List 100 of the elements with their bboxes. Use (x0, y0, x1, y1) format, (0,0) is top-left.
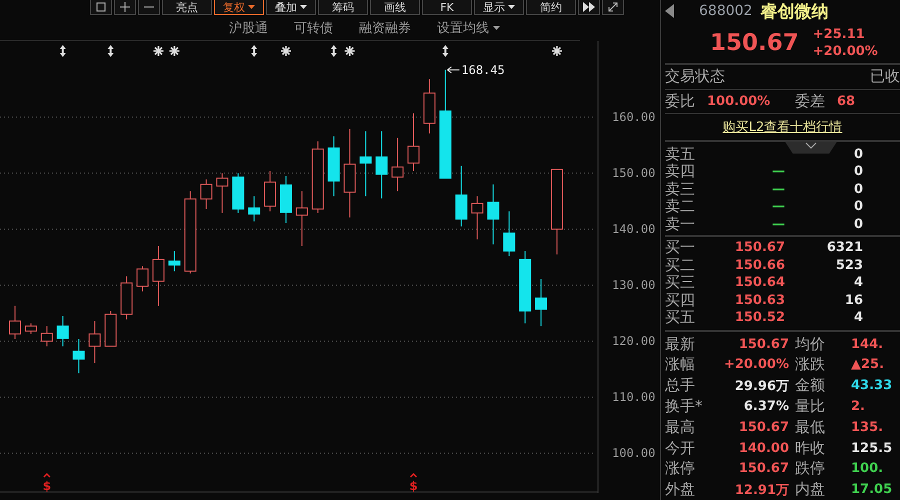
price-axis-label: 140.00 (612, 222, 656, 236)
candlestick (408, 112, 420, 172)
stat-value: 17.05 (851, 482, 892, 498)
order-level-label: 卖四 (665, 163, 696, 180)
toolbar-button[interactable]: 复权 (214, 0, 264, 15)
up-down-arrow-icon (60, 45, 66, 57)
order-volume: 0 (854, 199, 863, 214)
window-icon-button[interactable] (90, 0, 112, 15)
last-price: 150.67 (710, 30, 799, 56)
order-volume: 4 (854, 275, 863, 290)
order-price: 150.67 (734, 240, 785, 256)
order-level-label: 卖一 (665, 216, 696, 233)
order-level-label: 买三 (665, 274, 696, 292)
candlestick (296, 190, 308, 246)
stock-name: 睿创微纳 (760, 0, 828, 22)
back-arrow-icon[interactable] (665, 4, 675, 18)
l2-upgrade-link[interactable]: 购买L2查看十档行情 (722, 118, 842, 136)
order-level-label: 买四 (665, 292, 696, 309)
candlestick (423, 78, 436, 134)
chart-tab[interactable]: 设置均线 (437, 18, 500, 36)
order-price: — (772, 182, 785, 197)
candlestick (503, 210, 516, 257)
order-price: — (772, 164, 785, 180)
candlestick (40, 326, 53, 347)
candlestick (168, 250, 180, 272)
toolbar-button[interactable]: 筹码 (318, 0, 368, 15)
candlestick (360, 130, 372, 197)
zoom-in-button[interactable] (114, 0, 136, 15)
price-axis-label: 130.00 (612, 278, 656, 292)
stat-label: 昨收 (795, 438, 825, 458)
candlestick (392, 137, 404, 192)
ratio-label: 委差 (795, 92, 825, 111)
order-volume: 0 (854, 164, 863, 180)
stat-label: 最高 (665, 418, 695, 437)
high-price-label: 168.45 (461, 62, 505, 77)
candlestick (535, 278, 548, 327)
order-volume: 523 (836, 258, 863, 273)
stat-label: 换手* (665, 396, 702, 416)
candlestick (328, 136, 340, 197)
order-level-label: 买二 (665, 256, 696, 274)
stat-label: 最新 (665, 334, 695, 354)
toolbar-button[interactable]: FK (422, 0, 472, 15)
signal-label: $ (42, 479, 52, 493)
candlestick (455, 165, 468, 227)
order-level-label: 买五 (665, 309, 696, 326)
chart-tab[interactable]: 融资融券 (359, 18, 411, 36)
toolbar-button[interactable]: 显示 (474, 0, 524, 15)
order-price: 150.63 (734, 292, 785, 308)
stat-value: 100. (851, 461, 884, 476)
asterisk-icon (344, 46, 355, 56)
square-icon (96, 2, 106, 12)
candlestick (72, 338, 85, 374)
order-price: — (772, 199, 785, 214)
order-level-label: 卖五 (665, 146, 696, 163)
status-value: 已收 (870, 67, 900, 86)
stat-label: 金额 (795, 376, 825, 396)
candlestick (9, 305, 21, 340)
order-price: 150.64 (734, 275, 785, 290)
asterisk-icon (552, 46, 562, 56)
candlestick (264, 170, 276, 212)
candlestick (376, 130, 388, 199)
candlestick (88, 320, 101, 364)
toolbar-button[interactable]: 画线 (370, 0, 420, 15)
chart-tab[interactable]: 沪股通 (229, 18, 268, 36)
price-change: +25.11 (812, 26, 866, 43)
caret-icon (410, 472, 418, 478)
price-axis-label: 150.00 (612, 166, 656, 180)
order-level-label: 卖三 (665, 180, 696, 198)
order-level-label: 卖二 (665, 198, 696, 216)
order-volume: 0 (854, 216, 863, 232)
change-percent: +20.00% (812, 42, 878, 60)
toolbar-button[interactable]: 叠加 (266, 0, 316, 15)
ratio-value: 100.00% (707, 94, 772, 109)
up-down-arrow-icon (442, 45, 448, 57)
signal-label: $ (409, 479, 418, 493)
expand-button[interactable] (602, 0, 624, 15)
stat-value: 12.91万 (734, 482, 789, 499)
fast-forward-button[interactable] (578, 0, 600, 15)
stat-value: 125.5 (851, 440, 892, 456)
candlestick (136, 266, 149, 292)
candlestick (120, 276, 133, 320)
chevron-down-icon (805, 142, 817, 150)
stat-label: 总手 (665, 376, 695, 396)
fast-forward-icon (583, 2, 595, 12)
toolbar-button[interactable]: 亮点 (162, 0, 212, 15)
candlestick (216, 172, 228, 214)
asterisk-icon (153, 46, 164, 56)
toolbar-button[interactable]: 简约 (526, 0, 576, 15)
stat-value: 150.67 (738, 336, 789, 352)
candlestick (24, 322, 37, 334)
price-axis-label: 160.00 (612, 110, 656, 124)
chart-tab[interactable]: 可转债 (294, 18, 333, 36)
order-volume: 0 (854, 182, 863, 197)
caret-icon (43, 472, 50, 478)
up-down-arrow-icon (330, 45, 337, 57)
stat-value: 6.37% (744, 398, 789, 414)
zoom-out-button[interactable] (138, 0, 160, 15)
order-volume: 4 (854, 310, 863, 326)
stat-label: 跌停 (795, 459, 825, 478)
order-price: — (772, 216, 785, 232)
